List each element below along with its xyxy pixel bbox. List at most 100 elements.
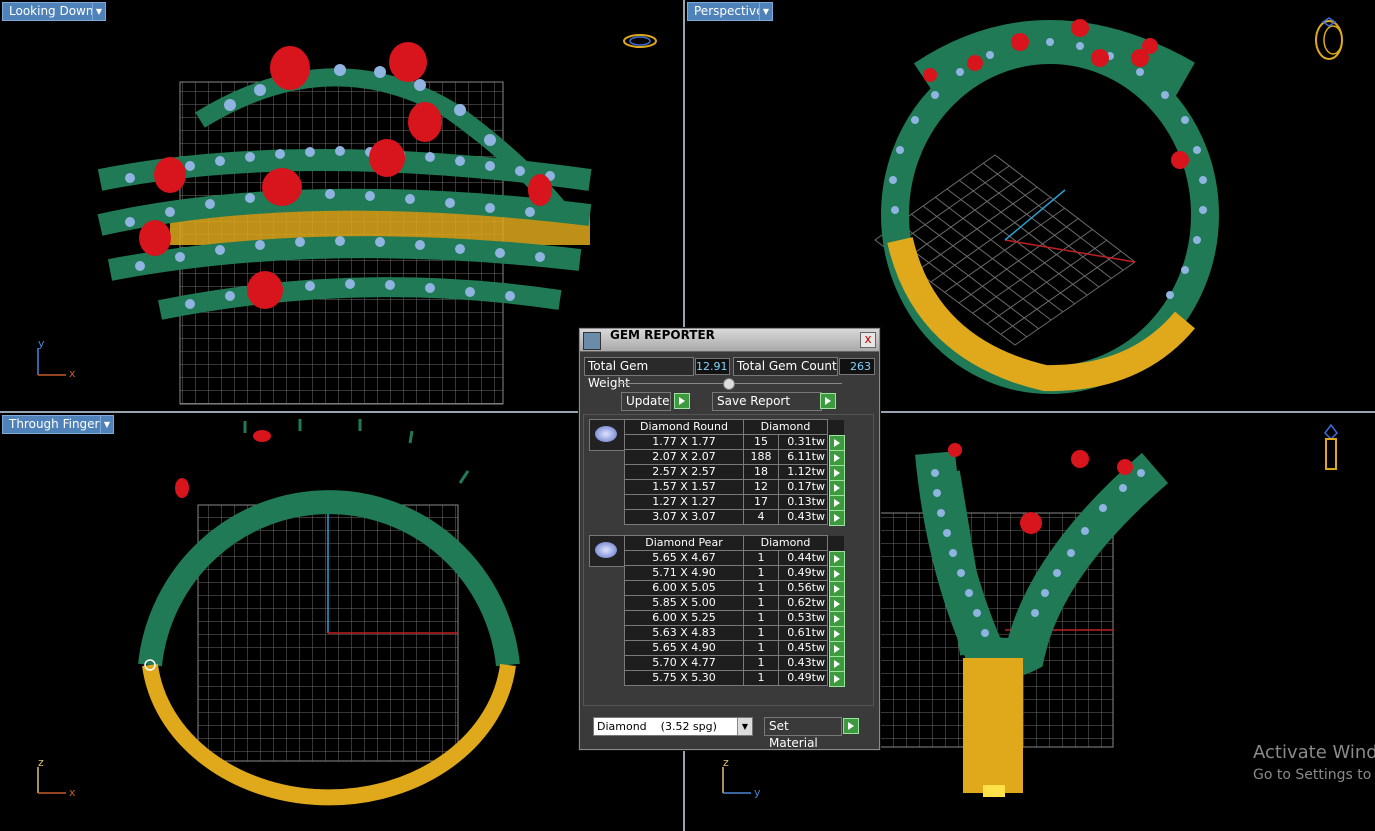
select-gem-go-icon[interactable] <box>829 625 845 642</box>
gem-size-cell: 5.85 X 5.00 <box>624 595 744 611</box>
axis-v-label: y <box>38 337 45 350</box>
select-gem-go-icon[interactable] <box>829 610 845 627</box>
viewport-label-perspective[interactable]: Perspective <box>687 2 771 21</box>
row-select-cell <box>827 565 845 582</box>
axis-h-label: x <box>69 367 76 380</box>
gem-reporter-titlebar[interactable]: GEM REPORTER x <box>580 329 879 352</box>
select-gem-go-icon[interactable] <box>829 565 845 582</box>
splitter-handle-icon[interactable] <box>723 378 735 390</box>
gem-weight-cell: 0.61tw <box>778 625 828 641</box>
material-select[interactable]: Diamond (3.52 spg) ▼ <box>593 717 753 736</box>
gem-weight-cell: 0.62tw <box>778 595 828 611</box>
select-gem-go-icon[interactable] <box>829 580 845 597</box>
row-select-cell <box>827 494 845 511</box>
row-select-cell <box>827 655 845 672</box>
gem-size-cell: 5.65 X 4.90 <box>624 640 744 656</box>
gem-count-cell: 1 <box>743 565 779 581</box>
select-gem-go-icon[interactable] <box>829 479 845 496</box>
row-select-cell <box>827 670 845 687</box>
axis-triad-top-left <box>37 348 66 376</box>
round-gem-row[interactable]: 2.07 X 2.07 188 6.11tw <box>624 449 845 466</box>
gem-reporter-title: GEM REPORTER <box>610 328 715 342</box>
pear-gem-row[interactable]: 5.70 X 4.77 1 0.43tw <box>624 655 845 672</box>
gem-count-cell: 17 <box>743 494 779 510</box>
select-gem-go-icon[interactable] <box>829 509 845 526</box>
gem-size-cell: 5.65 X 4.67 <box>624 550 744 566</box>
select-gem-go-icon[interactable] <box>829 434 845 451</box>
pear-gem-row[interactable]: 6.00 X 5.05 1 0.56tw <box>624 580 845 597</box>
gem-size-cell: 5.63 X 4.83 <box>624 625 744 641</box>
chevron-down-icon[interactable]: ▼ <box>759 2 773 21</box>
save-report-go-icon[interactable] <box>820 393 836 409</box>
gem-reporter-icon <box>583 332 601 350</box>
chevron-down-icon[interactable]: ▼ <box>100 415 114 434</box>
pear-gem-row[interactable]: 5.75 X 5.30 1 0.49tw <box>624 670 845 687</box>
gem-size-cell: 2.07 X 2.07 <box>624 449 744 465</box>
gem-count-cell: 4 <box>743 509 779 525</box>
gem-count-cell: 1 <box>743 610 779 626</box>
select-gem-go-icon[interactable] <box>829 449 845 466</box>
pear-material-header: Diamond <box>743 535 828 551</box>
pear-gem-row[interactable]: 5.71 X 4.90 1 0.49tw <box>624 565 845 582</box>
round-gem-row[interactable]: 2.57 X 2.57 18 1.12tw <box>624 464 845 481</box>
gem-size-cell: 3.07 X 3.07 <box>624 509 744 525</box>
update-button[interactable]: Update <box>621 392 671 411</box>
pear-gem-row[interactable]: 6.00 X 5.25 1 0.53tw <box>624 610 845 627</box>
chevron-down-icon[interactable]: ▼ <box>92 2 106 21</box>
total-gem-count-label: Total Gem Count <box>733 357 838 376</box>
row-select-cell <box>827 449 845 466</box>
gem-count-cell: 1 <box>743 580 779 596</box>
select-gem-go-icon[interactable] <box>829 595 845 612</box>
ring-orientation-icon <box>1315 17 1343 60</box>
row-select-cell <box>827 434 845 451</box>
gem-size-cell: 5.70 X 4.77 <box>624 655 744 671</box>
select-gem-go-icon[interactable] <box>829 464 845 481</box>
viewport-label-looking-down[interactable]: Looking Down <box>2 2 101 21</box>
round-gem-row[interactable]: 1.77 X 1.77 15 0.31tw <box>624 434 845 451</box>
select-gem-go-icon[interactable] <box>829 640 845 657</box>
round-material-header: Diamond <box>743 419 828 435</box>
gem-count-cell: 1 <box>743 640 779 656</box>
round-gem-row[interactable]: 1.57 X 1.57 12 0.17tw <box>624 479 845 496</box>
close-button[interactable]: x <box>860 332 876 348</box>
x-axis-line <box>1004 239 1136 263</box>
set-material-go-icon[interactable] <box>843 718 859 734</box>
round-gem-row[interactable]: 1.27 X 1.27 17 0.13tw <box>624 494 845 511</box>
set-material-button[interactable]: Set Material <box>764 717 842 750</box>
axis-triad-bottom-left <box>37 767 66 794</box>
round-gem-table: Diamond Round Diamond 1.77 X 1.77 15 0.31t… <box>624 419 845 526</box>
gem-weight-cell: 6.11tw <box>778 449 828 465</box>
select-gem-go-icon[interactable] <box>829 550 845 567</box>
select-gem-go-icon[interactable] <box>829 655 845 672</box>
pear-gem-row[interactable]: 5.65 X 4.90 1 0.45tw <box>624 640 845 657</box>
row-select-cell <box>827 595 845 612</box>
chevron-down-icon[interactable]: ▼ <box>737 718 752 735</box>
gem-count-cell: 188 <box>743 449 779 465</box>
row-select-cell <box>827 580 845 597</box>
axis-v-label: z <box>38 756 44 769</box>
gem-weight-cell: 0.49tw <box>778 565 828 581</box>
gem-count-cell: 12 <box>743 479 779 495</box>
row-select-cell <box>827 625 845 642</box>
gem-size-cell: 6.00 X 5.25 <box>624 610 744 626</box>
pear-gem-table: Diamond Pear Diamond 5.65 X 4.67 1 0.44tw 5… <box>624 535 845 687</box>
gem-size-cell: 1.27 X 1.27 <box>624 494 744 510</box>
select-gem-go-icon[interactable] <box>829 494 845 511</box>
save-report-button[interactable]: Save Report <box>712 392 822 411</box>
pear-gem-row[interactable]: 5.85 X 5.00 1 0.62tw <box>624 595 845 612</box>
gem-weight-cell: 0.45tw <box>778 640 828 656</box>
activation-watermark-title: Activate Wind <box>1253 742 1375 763</box>
axis-h-label: y <box>754 786 761 799</box>
ruby-stones <box>175 430 271 498</box>
total-gem-count-value: 263 <box>839 358 875 375</box>
select-gem-go-icon[interactable] <box>829 670 845 687</box>
gem-count-cell: 1 <box>743 550 779 566</box>
viewport-label-through-finger[interactable]: Through Finger <box>2 415 107 434</box>
y-axis-line <box>1004 189 1066 241</box>
activation-watermark-subtitle: Go to Settings to <box>1253 767 1372 783</box>
gold-shank <box>963 658 1023 793</box>
round-gem-row[interactable]: 3.07 X 3.07 4 0.43tw <box>624 509 845 526</box>
pear-gem-row[interactable]: 5.63 X 4.83 1 0.61tw <box>624 625 845 642</box>
pear-gem-row[interactable]: 5.65 X 4.67 1 0.44tw <box>624 550 845 567</box>
update-go-icon[interactable] <box>674 393 690 409</box>
